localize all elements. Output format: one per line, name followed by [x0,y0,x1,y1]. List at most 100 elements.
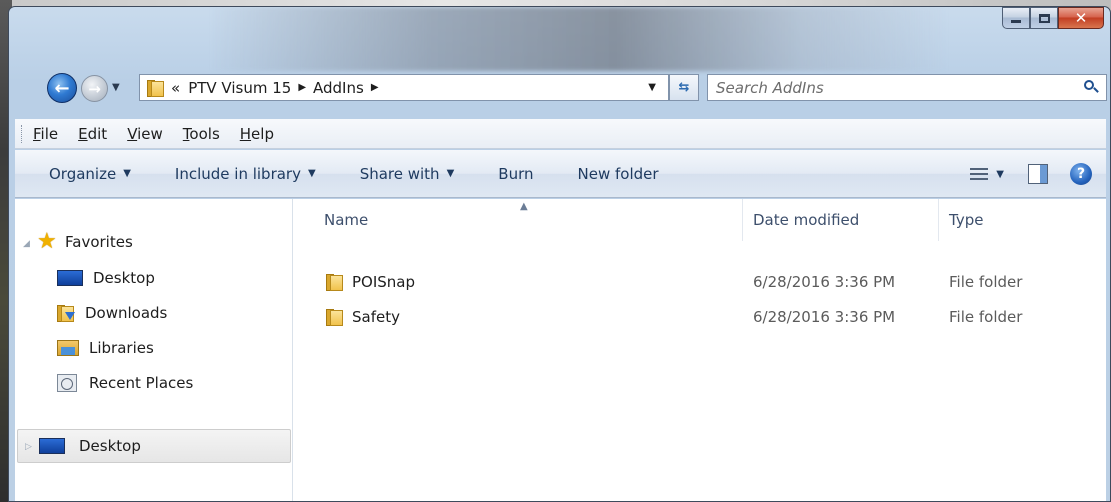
table-row[interactable]: Safety 6/28/2016 3:36 PM File folder [294,300,1106,334]
column-header-type[interactable]: Type [939,199,1106,241]
title-bar-glass [209,7,949,71]
menu-edit[interactable]: Edit [78,125,107,143]
sort-ascending-icon: ▲ [520,201,528,212]
file-list: Name ▲ Date modified Type POISnap 6/28/2… [294,199,1106,501]
sidebar-item-recent-places[interactable]: Recent Places [57,374,193,392]
menu-view[interactable]: View [127,125,163,143]
expand-desktop-icon[interactable]: ▷ [25,442,32,452]
command-bar: Organize ▼ Include in library ▼ Share wi… [15,150,1106,198]
command-bar-right: ▼ ? [970,150,1106,198]
search-icon[interactable] [1080,77,1102,99]
maximize-button[interactable] [1030,7,1058,29]
close-icon: ✕ [1074,9,1088,27]
navigation-pane: ◢ ★ Favorites Desktop Downloads Librarie… [15,199,293,501]
file-name-cell: POISnap [326,265,415,299]
star-icon: ★ [37,229,57,254]
sidebar-item-downloads[interactable]: Downloads [57,304,167,322]
sidebar-item-label: Recent Places [89,374,194,392]
breadcrumb-chevron-icon[interactable]: ▶ [298,82,306,93]
expand-favorites-icon[interactable]: ◢ [23,239,30,249]
chevron-down-icon: ▼ [123,168,131,179]
downloads-folder-icon [57,304,75,322]
search-input[interactable] [708,75,1080,100]
chevron-down-icon: ▼ [307,168,316,179]
menu-file-rest: ile [40,124,59,143]
menu-help[interactable]: Help [240,125,274,143]
file-date-modified: 6/28/2016 3:36 PM [753,308,896,326]
menu-view-rest: iew [137,124,163,143]
sidebar-item-label: Libraries [89,339,154,357]
file-date-modified: 6/28/2016 3:36 PM [753,273,896,291]
new-folder-button[interactable]: New folder [578,165,659,183]
breadcrumb-item-ptv-visum[interactable]: PTV Visum 15 [188,79,291,97]
menu-grip [21,125,24,143]
navigation-row: ← → ▼ « PTV Visum 15 ▶ AddIns ▶ ▼ ⇆ [9,69,1110,103]
column-header-date-modified[interactable]: Date modified [743,199,939,241]
maximize-icon [1038,13,1050,23]
column-header-label: Type [949,211,984,229]
forward-button[interactable]: → [81,75,108,102]
recent-places-icon [57,374,79,392]
forward-arrow-icon: → [88,79,101,98]
menu-help-rest: elp [251,124,274,143]
file-name: POISnap [352,273,416,291]
column-header-label: Date modified [753,211,860,229]
file-type: File folder [949,273,1023,291]
chevron-down-icon: ▼ [446,168,455,179]
include-in-library-button[interactable]: Include in library ▼ [175,165,316,183]
sidebar-item-desktop-root-content[interactable]: Desktop [39,437,141,455]
table-row[interactable]: POISnap 6/28/2016 3:36 PM File folder [294,265,1106,299]
file-name-cell: Safety [326,300,400,334]
sidebar-item-label: Favorites [65,233,133,251]
sidebar-item-label: Desktop [93,269,155,287]
menu-bar: File Edit View Tools Help [15,119,1106,149]
change-view-icon[interactable] [970,167,989,181]
folder-icon [326,308,344,326]
menu-file[interactable]: File [33,125,58,143]
file-name: Safety [352,308,400,326]
address-dropdown-icon[interactable]: ▼ [648,82,656,93]
share-with-label: Share with [359,164,440,183]
caption-buttons: ✕ [1002,7,1104,29]
sidebar-item-desktop[interactable]: Desktop [57,269,155,287]
sidebar-item-libraries[interactable]: Libraries [57,339,154,357]
minimize-icon [1011,19,1021,23]
burn-label: Burn [498,164,534,183]
preview-pane-icon[interactable] [1028,164,1048,184]
content-area: ◢ ★ Favorites Desktop Downloads Librarie… [15,199,1106,501]
menu-edit-rest: dit [87,124,108,143]
back-arrow-icon: ← [54,77,70,99]
folder-icon [147,79,165,97]
minimize-button[interactable] [1002,7,1030,29]
column-header-name[interactable]: Name ▲ [294,199,743,241]
libraries-icon [57,339,79,357]
sidebar-item-favorites[interactable]: ★ Favorites [37,229,133,254]
help-icon[interactable]: ? [1070,163,1092,185]
sidebar-item-label: Desktop [79,437,141,455]
sidebar-item-label: Downloads [85,304,168,322]
search-box [707,74,1107,101]
column-header-label: Name [324,211,369,229]
refresh-button[interactable]: ⇆ [669,74,699,101]
close-button[interactable]: ✕ [1058,7,1104,29]
organize-label: Organize [49,164,117,183]
menu-tools[interactable]: Tools [183,125,220,143]
back-button[interactable]: ← [47,73,77,103]
explorer-window: ✕ ← → ▼ « PTV Visum 15 ▶ AddIns ▶ ▼ ⇆ Se… [8,6,1111,502]
file-type: File folder [949,308,1023,326]
desktop-icon [39,437,65,455]
recent-pages-dropdown[interactable]: ▼ [112,82,120,93]
breadcrumb: « PTV Visum 15 ▶ AddIns ▶ [171,79,386,97]
folder-icon [326,273,344,291]
share-with-button[interactable]: Share with ▼ [360,165,455,183]
burn-button[interactable]: Burn [498,165,533,183]
refresh-icon: ⇆ [678,80,690,95]
breadcrumb-chevron-icon[interactable]: ▶ [371,82,379,93]
desktop-icon [57,269,83,287]
breadcrumb-item-addins[interactable]: AddIns [313,79,364,97]
organize-button[interactable]: Organize ▼ [49,165,131,183]
include-in-library-label: Include in library [174,164,301,183]
views-dropdown-icon[interactable]: ▼ [996,169,1004,180]
address-bar[interactable]: « PTV Visum 15 ▶ AddIns ▶ ▼ [139,74,669,101]
breadcrumb-overflow[interactable]: « [171,79,180,97]
